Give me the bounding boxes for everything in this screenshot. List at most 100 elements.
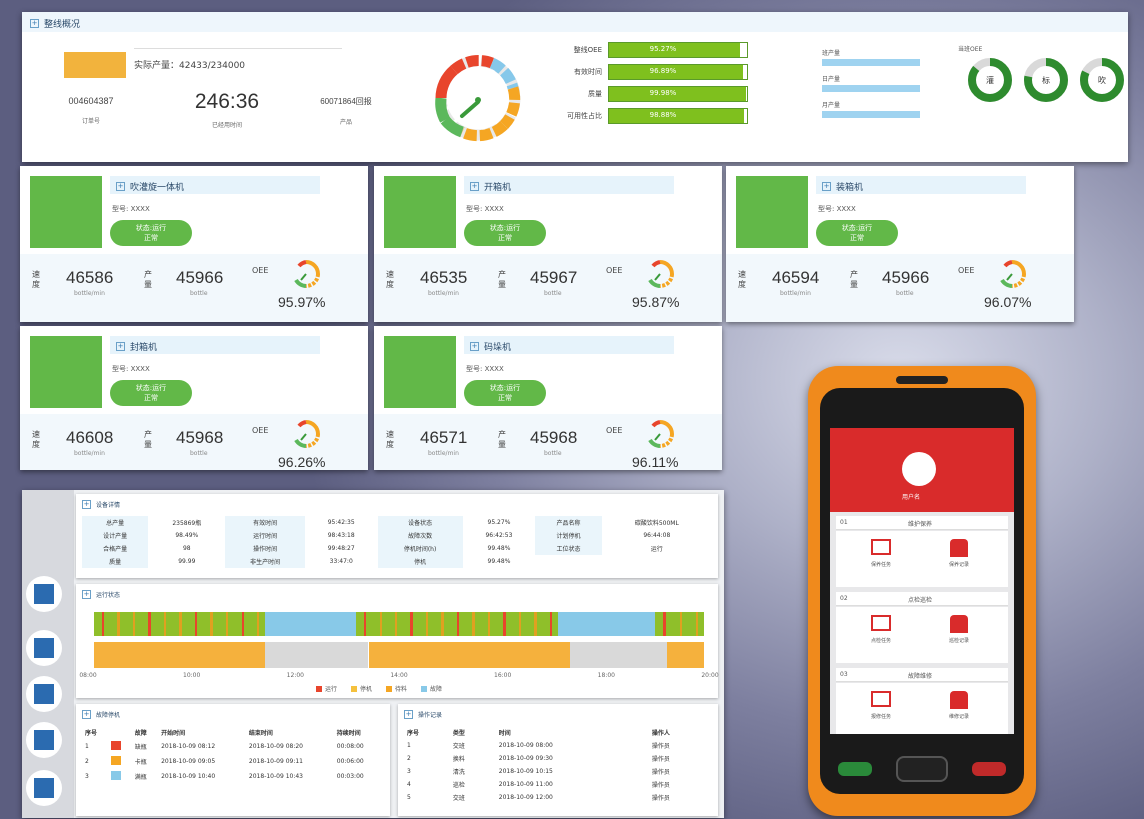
phone-record-button[interactable]: 维修记录	[934, 691, 984, 720]
oee-gauge	[294, 260, 320, 288]
output-value: 45966	[176, 268, 224, 287]
summary-title: 设备详情	[96, 502, 121, 509]
timeline-tick: 18:00	[597, 672, 615, 679]
summary-key: 计划停机	[535, 529, 602, 542]
machine-status-badge[interactable]: 状态:运行 正常	[816, 220, 898, 246]
table-row[interactable]: 2 换料 2018-10-09 09:30 操作员	[404, 752, 710, 765]
oee-label: OEE	[606, 426, 622, 436]
summary-header: + 设备详情	[82, 500, 120, 509]
sidebar-machine-2[interactable]	[26, 630, 62, 666]
phone-task-button[interactable]: 点检任务	[856, 615, 906, 644]
timeline-header: + 运行状态	[82, 590, 120, 599]
table-cell: 3	[407, 768, 411, 775]
timeline-tick: 14:00	[390, 672, 408, 679]
output-value: 45968	[176, 428, 224, 447]
section-number: 02	[840, 595, 848, 602]
bar-value: 96.89%	[649, 67, 677, 75]
stat-product: 60071864回报 产品	[306, 96, 386, 126]
summary-table: 总产量 235869瓶 有效时间 95:42:35 设备状态 95.27% 产品名称 碳酸饮料…	[82, 516, 712, 568]
phone-speaker	[896, 376, 948, 384]
phone-record-button[interactable]: 巡检记录	[934, 615, 984, 644]
summary-key: 总产量	[82, 516, 149, 529]
collapse-icon[interactable]: +	[822, 182, 831, 191]
table-cell: 5	[407, 794, 411, 801]
timeline-shift-segment	[667, 642, 704, 668]
bar-label: 质量	[588, 90, 602, 98]
collapse-icon[interactable]: +	[82, 710, 91, 719]
collapse-icon[interactable]: +	[82, 500, 91, 509]
stat-product-value: 60071864回报	[320, 97, 372, 106]
legend-swatch	[351, 685, 358, 692]
timeline-stop-mark	[549, 612, 553, 636]
collapse-icon[interactable]: +	[470, 182, 479, 191]
machine-icon	[30, 176, 102, 248]
table-cell: 1	[85, 743, 89, 750]
phone-task-button[interactable]: 报修任务	[856, 691, 906, 720]
call-button[interactable]	[838, 762, 872, 776]
collapse-icon[interactable]: +	[116, 182, 125, 191]
machine-status-badge[interactable]: 状态:运行 正常	[464, 380, 546, 406]
oee-value: 95.97%	[278, 294, 326, 310]
phone-task-button[interactable]: 保养任务	[856, 539, 906, 568]
oee-label: OEE	[252, 266, 268, 276]
machine-card[interactable]: + 装箱机 型号: XXXX 状态:运行 正常 速度 46594 bottle/…	[726, 166, 1074, 322]
phone-section-body: 报修任务 维修记录	[836, 683, 1008, 734]
machine-icon	[384, 336, 456, 408]
home-button[interactable]	[896, 756, 948, 782]
output-unit: bottle	[190, 290, 208, 297]
table-cell: 2018-10-09 12:00	[498, 794, 553, 801]
phone-section-body: 保养任务 保养记录	[836, 531, 1008, 587]
collapse-icon[interactable]: +	[30, 19, 39, 28]
sidebar-machine-5[interactable]	[26, 770, 62, 806]
machine-card[interactable]: + 开箱机 型号: XXXX 状态:运行 正常 速度 46535 bottle/…	[374, 166, 722, 322]
table-row[interactable]: 3 满瓶 2018-10-09 10:40 2018-10-09 10:43 00:03…	[82, 769, 382, 784]
collapse-icon[interactable]: +	[470, 342, 479, 351]
summary-row: 质量 99.99 非生产时间 33:47:0 停机 99.48%	[82, 555, 712, 568]
sidebar-machine-3[interactable]	[26, 676, 62, 712]
speed-value: 46586	[66, 268, 114, 287]
machine-icon	[384, 176, 456, 248]
summary-value: 98.49%	[175, 532, 199, 539]
summary-label: 月产量	[822, 102, 841, 109]
legend-item: 停机	[351, 684, 372, 693]
table-row[interactable]: 3 清洗 2018-10-09 10:15 操作员	[404, 765, 710, 778]
oee-gauge	[648, 420, 674, 448]
timeline-tick: 10:00	[183, 672, 201, 679]
summary-key: 运行时间	[225, 529, 305, 542]
collapse-icon[interactable]: +	[116, 342, 125, 351]
alarm-section: + 故障停机 序号 故障 开始时间 结束时间 持续时间 1 缺瓶 2018-10-09 08:1…	[76, 704, 390, 816]
phone-record-button[interactable]: 保养记录	[934, 539, 984, 568]
table-cell: 满瓶	[134, 774, 147, 781]
timeline-stop-mark	[210, 612, 213, 636]
card-header: + 码垛机	[470, 340, 511, 353]
table-row[interactable]: 4 巡检 2018-10-09 11:00 操作员	[404, 778, 710, 791]
phone-section-body: 点检任务 巡检记录	[836, 607, 1008, 663]
table-row[interactable]: 2 卡瓶 2018-10-09 09:05 2018-10-09 09:11 00:06…	[82, 754, 382, 769]
output-divider	[134, 48, 342, 49]
sidebar-machine-1[interactable]	[26, 576, 62, 612]
machine-card[interactable]: + 封箱机 型号: XXXX 状态:运行 正常 速度 46608 bottle/…	[20, 326, 368, 470]
summary-key: 有效时间	[225, 516, 305, 529]
legend-label: 运行	[325, 686, 338, 693]
machine-status-badge[interactable]: 状态:运行 正常	[464, 220, 546, 246]
timeline-stop-mark	[472, 612, 475, 636]
task-icon	[871, 539, 891, 555]
sidebar-machine-4[interactable]	[26, 722, 62, 758]
summary-value: 96:42:53	[485, 532, 513, 539]
output-label: 产量	[498, 270, 506, 289]
log-header: + 操作记录	[404, 710, 442, 719]
machine-status-badge[interactable]: 状态:运行 正常	[110, 380, 192, 406]
machine-status-badge[interactable]: 状态:运行 正常	[110, 220, 192, 246]
table-row[interactable]: 1 交班 2018-10-09 08:00 操作员	[404, 739, 710, 752]
machine-card[interactable]: + 吹灌旋一体机 型号: XXXX 状态:运行 正常 速度 46586 bott…	[20, 166, 368, 322]
table-row[interactable]: 1 缺瓶 2018-10-09 08:12 2018-10-09 08:20 00:08…	[82, 739, 382, 754]
end-call-button[interactable]	[972, 762, 1006, 776]
table-row[interactable]: 5 交班 2018-10-09 12:00 操作员	[404, 791, 710, 804]
collapse-icon[interactable]: +	[404, 710, 413, 719]
machine-card[interactable]: + 码垛机 型号: XXXX 状态:运行 正常 速度 46571 bottle/…	[374, 326, 722, 470]
summary-value: 33:47:0	[329, 558, 353, 565]
collapse-icon[interactable]: +	[82, 590, 91, 599]
table-cell: 2018-10-09 08:20	[248, 743, 303, 750]
stat-elapsed: 246:36 已经用时间	[172, 90, 282, 129]
oee-bars: 整线OEE 95.27% 有效时间 96.89% 质量 99.98% 可用性占比…	[550, 42, 750, 124]
